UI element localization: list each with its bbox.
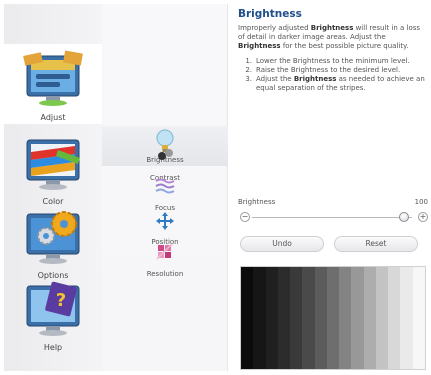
slider-thumb[interactable]	[399, 212, 409, 222]
decrease-button[interactable]: −	[240, 212, 250, 222]
gray-stripe	[400, 267, 413, 369]
undo-button[interactable]: Undo	[240, 236, 324, 252]
gray-stripe	[351, 267, 364, 369]
slider-label: Brightness	[238, 198, 276, 206]
gray-stripe	[314, 267, 327, 369]
position-arrows-icon	[156, 212, 174, 230]
gray-stripe	[326, 267, 340, 369]
svg-text:?: ?	[56, 290, 66, 311]
resolution-icon	[156, 243, 173, 260]
instruction-step: 1. Lower the Brightness to the minimum l…	[245, 57, 410, 65]
options-gear-icon	[26, 211, 80, 264]
gray-stripe	[265, 267, 278, 369]
brightness-test-pattern	[240, 266, 426, 370]
gray-stripe	[375, 267, 389, 369]
color-monitor-icon	[26, 139, 80, 190]
category-label: Adjust	[40, 113, 66, 122]
reset-button[interactable]: Reset	[334, 236, 418, 252]
gray-stripe	[339, 267, 352, 369]
help-monitor-icon: ?	[26, 281, 80, 336]
sub-item-resolution[interactable]: Resolution	[102, 240, 228, 280]
gray-stripe	[363, 267, 376, 369]
main-content: Brightness Improperly adjusted Brightnes…	[238, 8, 428, 372]
slider-track[interactable]	[252, 216, 412, 218]
gray-stripe	[388, 267, 401, 369]
contrast-icon	[158, 149, 173, 160]
sub-item-panel: Brightness Contrast Focus Position Resol…	[102, 4, 228, 371]
category-label: Help	[43, 343, 63, 352]
gray-stripe	[241, 267, 254, 369]
category-panel: Adjust Color Options ? Help	[4, 4, 102, 371]
slider-value: 100	[414, 198, 428, 206]
gray-stripe	[412, 267, 425, 369]
category-options[interactable]: Options	[4, 202, 102, 282]
app-window: Adjust Color Options ? Help Brightness C…	[0, 0, 431, 375]
category-help[interactable]: ? Help	[4, 274, 102, 354]
page-title: Brightness	[238, 8, 302, 20]
increase-button[interactable]: +	[418, 212, 428, 222]
instruction-steps: 1. Lower the Brightness to the minimum l…	[238, 57, 428, 93]
category-color[interactable]: Color	[4, 128, 102, 208]
gray-stripe	[277, 267, 291, 369]
gray-stripe	[302, 267, 315, 369]
instruction-step: 2. Raise the Brightness to the desired l…	[245, 66, 401, 74]
focus-icon	[155, 178, 175, 194]
category-adjust[interactable]: Adjust	[4, 44, 102, 124]
instruction-step: 3. Adjust the Brightness as needed to ac…	[245, 75, 425, 92]
gray-stripe	[253, 267, 266, 369]
adjust-monitor-icon	[23, 50, 83, 106]
sub-item-label: Resolution	[146, 270, 184, 278]
gray-stripe	[290, 267, 303, 369]
description-text: Improperly adjusted Brightness will resu…	[238, 24, 421, 50]
